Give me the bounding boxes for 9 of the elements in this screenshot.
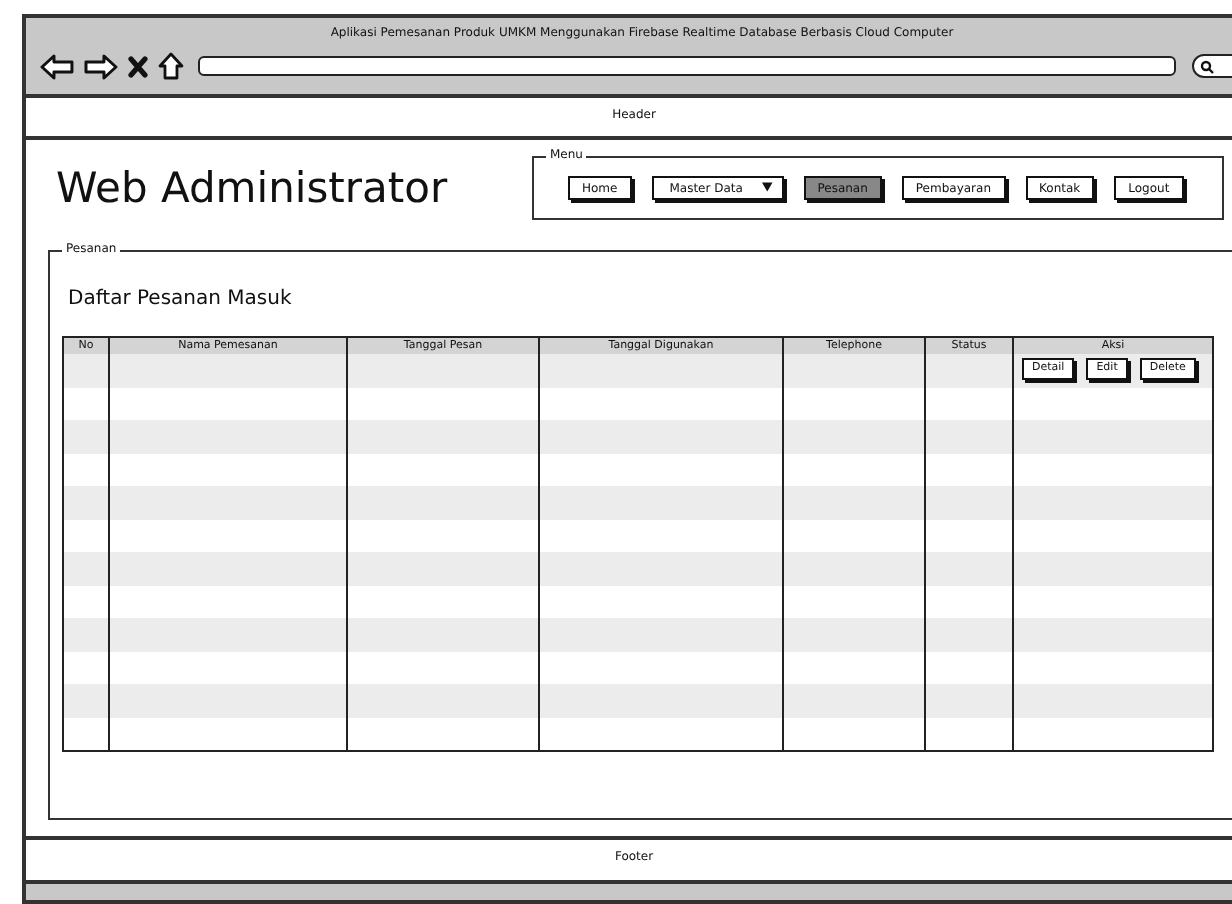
section-heading: Daftar Pesanan Masuk [66,286,294,314]
search-icon [1200,59,1215,73]
back-icon[interactable] [40,53,74,79]
caret-icon [762,182,774,192]
forward-icon[interactable] [83,53,118,79]
close-icon[interactable] [127,55,148,77]
site-title: Web Administrator [54,162,450,212]
home-icon[interactable] [157,52,184,80]
address-field[interactable] [197,56,1177,76]
